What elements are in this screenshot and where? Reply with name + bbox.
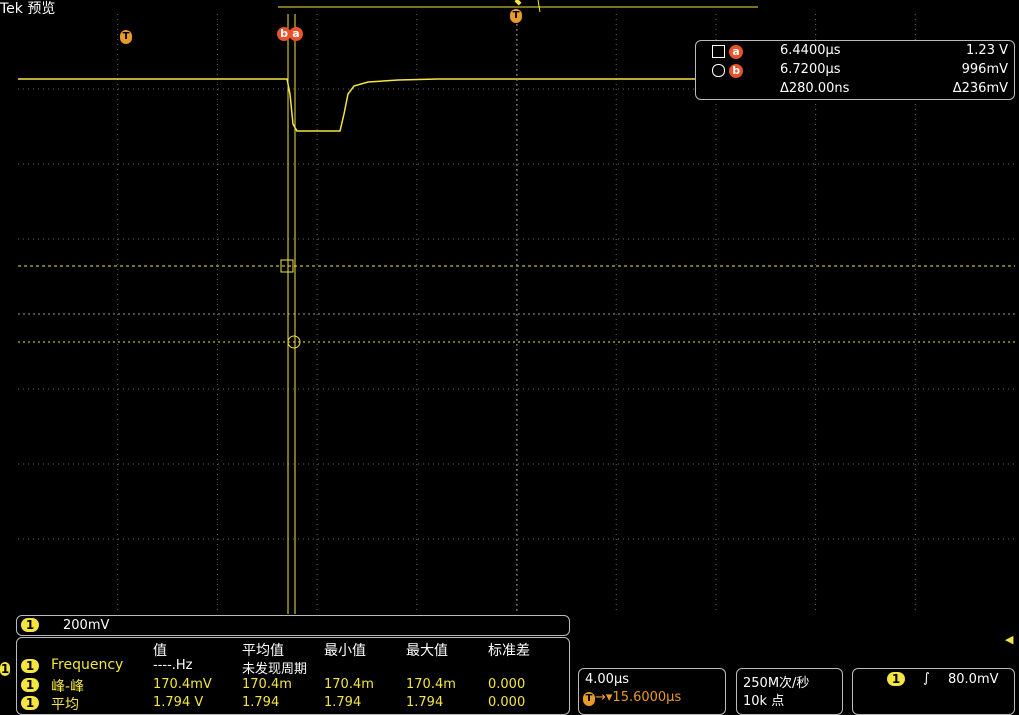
circle-icon	[712, 64, 725, 77]
cursor-a-time: 6.4400µs	[780, 43, 841, 58]
measurement-max: 170.4m	[406, 677, 456, 692]
trigger-source-id: 1	[887, 672, 905, 686]
header-min: 最小值	[324, 643, 366, 659]
measurement-value: 170.4mV	[153, 677, 212, 692]
row-channel-badge: 1	[21, 677, 39, 693]
horizontal-panel[interactable]: 4.00µs T →▾15.6000µs	[578, 668, 726, 715]
cursor-b-time: 6.7200µs	[780, 62, 841, 77]
channel-1-ground-marker: 1	[0, 658, 10, 677]
trigger-level: 80.0mV	[948, 672, 999, 687]
cursor-a-badge[interactable]: a	[289, 27, 303, 41]
measurement-mean: 170.4m	[242, 677, 292, 692]
trigger-icon: T	[583, 692, 595, 706]
cursor-b-label: b	[729, 64, 744, 78]
horizontal-scale: 4.00µs	[585, 672, 629, 687]
trigger-level-arrow-icon: ◀	[1005, 633, 1014, 646]
acquisition-panel[interactable]: 250M次/秒 10k 点	[736, 668, 843, 715]
header-mean: 平均值	[242, 643, 284, 659]
measurement-name: 平均	[51, 697, 79, 713]
row-channel-badge: 1	[21, 695, 39, 711]
record-length: 10k 点	[743, 694, 785, 709]
header-max: 最大值	[406, 643, 448, 659]
channel-1-badge: 1	[21, 618, 39, 633]
square-icon	[712, 45, 725, 58]
measurement-std: 0.000	[488, 677, 526, 692]
cursor-delta-time: Δ280.00ns	[780, 81, 850, 96]
cursor-a-symbol: a	[712, 44, 744, 59]
row-channel-id: 1	[21, 678, 39, 692]
measurement-name: Frequency	[51, 657, 124, 673]
cursor-markers: ba	[277, 22, 303, 41]
trigger-position-marker: T	[120, 24, 132, 44]
trigger-source-badge: 1	[887, 672, 905, 687]
waveform-graticule[interactable]	[18, 14, 1015, 614]
cursor-delta-row: Δ280.00ns Δ236mV	[696, 81, 1014, 99]
trigger-top-marker: T	[510, 3, 522, 23]
row-channel-id: 1	[21, 696, 39, 710]
cursor-a-label: a	[729, 45, 744, 59]
measurement-mean: 1.794	[242, 695, 280, 710]
channel-1-id: 1	[21, 618, 39, 632]
header-std: 标准差	[488, 643, 530, 659]
cursor-b-row: b 6.7200µs 996mV	[696, 62, 1014, 80]
measurement-min: 1.794	[324, 695, 362, 710]
horizontal-delay-value: →▾15.6000µs	[595, 690, 682, 705]
measurement-min: 170.4m	[324, 677, 374, 692]
row-channel-id: 1	[21, 659, 39, 673]
channel-1-ground-label: 1	[0, 662, 10, 676]
cursor-b-value: 996mV	[961, 62, 1008, 77]
channel-1-scale: 200mV	[63, 618, 110, 633]
cursor-delta-value: Δ236mV	[952, 81, 1008, 96]
cursor-a-value: 1.23 V	[966, 43, 1008, 58]
measurement-value: ----.Hz	[153, 658, 193, 673]
row-channel-badge: 1	[21, 658, 39, 674]
rising-edge-icon: ∫	[923, 671, 930, 686]
measurement-name: 峰-峰	[51, 679, 85, 695]
sample-rate: 250M次/秒	[743, 676, 810, 691]
horizontal-delay: T →▾15.6000µs	[583, 690, 681, 706]
cursor-readout-panel[interactable]: a 6.4400µs 1.23 V b 6.7200µs 996mV Δ280.…	[695, 40, 1015, 100]
cursor-b-symbol: b	[712, 63, 744, 78]
measurement-std: 0.000	[488, 695, 526, 710]
measurement-mean: 未发现周期	[242, 662, 308, 677]
trigger-top-label: T	[510, 9, 522, 23]
header-value: 值	[153, 643, 167, 659]
measurement-panel[interactable]: 值 平均值 最小值 最大值 标准差 1 Frequency ----.Hz 未发…	[16, 637, 570, 715]
measurement-max: 1.794	[406, 695, 444, 710]
trigger-panel[interactable]: 1 ∫ 80.0mV	[852, 668, 1015, 715]
cursor-a-row: a 6.4400µs 1.23 V	[696, 43, 1014, 61]
measurement-value: 1.794 V	[153, 695, 204, 710]
trigger-position-label: T	[120, 30, 132, 44]
graticule-svg	[18, 14, 1015, 614]
channel-1-scale-panel[interactable]: 1 200mV	[16, 615, 570, 636]
